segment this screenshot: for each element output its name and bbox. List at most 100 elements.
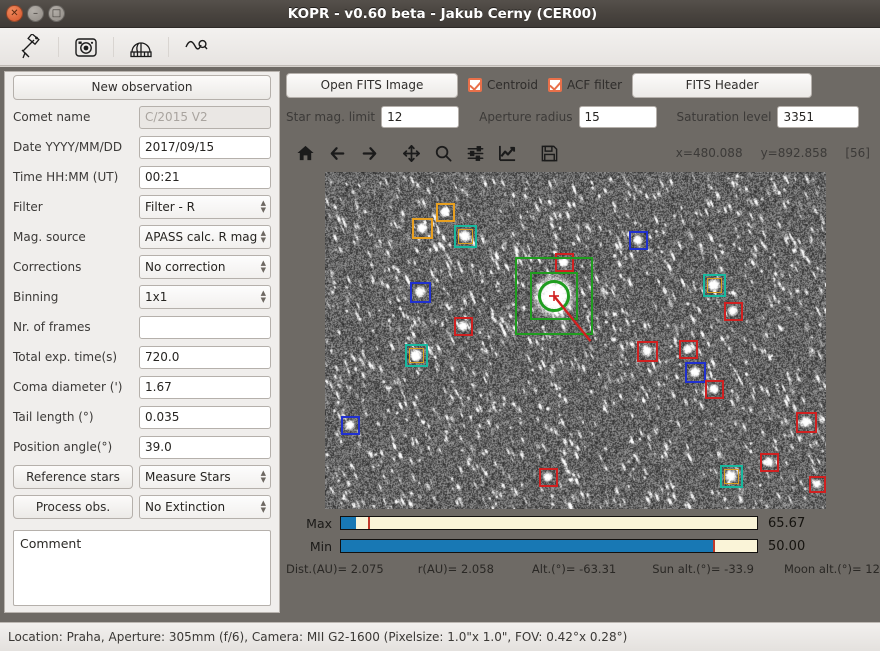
param-input[interactable]: 12	[381, 106, 460, 128]
slider-row: Max 65.67	[284, 513, 876, 533]
zoom-magnifier-icon[interactable]	[428, 139, 458, 167]
fits-image-canvas[interactable]	[284, 172, 880, 510]
acf-filter-label: ACF filter	[567, 78, 623, 92]
process-obs-button[interactable]: Process obs.	[13, 495, 133, 519]
new-observation-button[interactable]: New observation	[13, 74, 271, 100]
param-label: Aperture radius	[479, 110, 573, 124]
param-input[interactable]: 3351	[777, 106, 860, 128]
form-row: Mag. source APASS calc. R mag ▲ ▼	[5, 222, 279, 252]
lightcurve-icon[interactable]	[175, 31, 217, 63]
forward-arrow-icon[interactable]	[354, 139, 384, 167]
field-input[interactable]: 1.67	[139, 375, 271, 399]
field-select[interactable]: No correction ▲ ▼	[139, 255, 271, 279]
reference-stars-button[interactable]: Reference stars	[13, 465, 133, 489]
telescope-icon[interactable]	[10, 31, 52, 63]
field-select[interactable]: Filter - R ▲ ▼	[139, 195, 271, 219]
minimize-window-button[interactable]: –	[27, 5, 44, 22]
centroid-checkbox[interactable]: Centroid	[468, 78, 538, 92]
analysis-parameters-row: Star mag. limit 12 Aperture radius 15 Satura…	[284, 104, 876, 130]
slider-track[interactable]	[340, 516, 758, 530]
field-value: APASS calc. R mag	[145, 230, 258, 244]
form-row: Coma diameter (') 1.67	[5, 372, 279, 402]
extinction-value: No Extinction	[145, 500, 226, 514]
form-row: Binning 1x1 ▲ ▼	[5, 282, 279, 312]
slider-handle[interactable]	[713, 540, 716, 552]
display-range-sliders: Max 65.67 Min 50.00	[284, 513, 876, 556]
toolbar-separator	[113, 36, 114, 57]
checkmark-icon	[468, 78, 482, 92]
pan-move-icon[interactable]	[396, 139, 426, 167]
plot-navigation-toolbar: x=480.088 y=892.858 [56]	[284, 136, 876, 170]
fits-header-button[interactable]: FITS Header	[632, 72, 813, 98]
field-label: Corrections	[13, 260, 82, 274]
field-select[interactable]: 1x1 ▲ ▼	[139, 285, 271, 309]
chevron-updown-icon: ▲ ▼	[260, 289, 266, 304]
form-fields: Comet name C/2015 V2 Date YYYY/MM/DD 2017/0…	[5, 102, 279, 462]
field-label: Coma diameter (')	[13, 380, 123, 394]
coord-y: y=892.858	[760, 146, 828, 160]
chevron-updown-icon: ▲ ▼	[260, 259, 266, 274]
window-title: KOPR - v0.60 beta - Jakub Cerny (CER00)	[287, 5, 598, 22]
toolbar-separator	[58, 36, 59, 57]
comment-textarea[interactable]: Comment	[13, 530, 271, 606]
slider-value: 65.67	[768, 515, 806, 531]
ephemeris-item: Alt.(°)= -63.31	[531, 562, 617, 576]
observation-form-panel: New observation Comet name C/2015 V2 Date …	[4, 71, 280, 613]
slider-value: 50.00	[768, 538, 806, 554]
chevron-updown-icon: ▲ ▼	[260, 229, 266, 244]
close-window-button[interactable]: ✕	[6, 5, 23, 22]
field-input[interactable]: 2017/09/15	[139, 135, 271, 159]
form-row: Tail length (°) 0.035	[5, 402, 279, 432]
window-controls: ✕ – □	[0, 5, 65, 22]
star-field-image[interactable]	[325, 172, 826, 509]
field-label: Filter	[13, 200, 43, 214]
field-value: No correction	[145, 260, 226, 274]
back-arrow-icon[interactable]	[322, 139, 352, 167]
edit-axis-curve-icon[interactable]	[492, 139, 522, 167]
field-input[interactable]	[139, 315, 271, 339]
observatory-dome-icon[interactable]	[120, 31, 162, 63]
field-input: C/2015 V2	[139, 105, 271, 129]
field-label: Nr. of frames	[13, 320, 91, 334]
slider-handle[interactable]	[368, 517, 371, 529]
open-fits-image-button[interactable]: Open FITS Image	[286, 72, 458, 98]
image-analysis-panel: Open FITS Image Centroid ACF filter FITS…	[284, 71, 880, 618]
form-row: Nr. of frames	[5, 312, 279, 342]
main-body: New observation Comet name C/2015 V2 Date …	[0, 67, 880, 622]
form-row: Time HH:MM (UT) 00:21	[5, 162, 279, 192]
field-input[interactable]: 0.035	[139, 405, 271, 429]
reference-stars-row: Reference stars Measure Stars ▲ ▼	[5, 462, 279, 492]
extinction-select[interactable]: No Extinction ▲ ▼	[139, 495, 271, 519]
camera-icon[interactable]	[65, 31, 107, 63]
measure-stars-value: Measure Stars	[145, 470, 231, 484]
status-bar: Location: Praha, Aperture: 305mm (f/6), …	[0, 622, 880, 651]
param-input[interactable]: 15	[578, 106, 657, 128]
ephemeris-item: Dist.(AU)= 2.075	[286, 562, 384, 576]
maximize-window-button[interactable]: □	[48, 5, 65, 22]
home-icon[interactable]	[290, 139, 320, 167]
ephemeris-item: Moon alt.(°)= 12.6	[783, 562, 880, 576]
field-label: Time HH:MM (UT)	[13, 170, 119, 184]
form-row: Total exp. time(s) 720.0	[5, 342, 279, 372]
ephemeris-item: Sun alt.(°)= -33.9	[652, 562, 754, 576]
slider-track[interactable]	[340, 539, 758, 553]
field-label: Comet name	[13, 110, 91, 124]
field-input[interactable]: 00:21	[139, 165, 271, 189]
process-obs-row: Process obs. No Extinction ▲ ▼	[5, 492, 279, 522]
field-input[interactable]: 720.0	[139, 345, 271, 369]
field-label: Total exp. time(s)	[13, 350, 118, 364]
checkmark-icon	[548, 78, 563, 92]
status-text: Location: Praha, Aperture: 305mm (f/6), …	[8, 630, 628, 644]
save-floppy-icon[interactable]	[534, 139, 564, 167]
measure-stars-select[interactable]: Measure Stars ▲ ▼	[139, 465, 271, 489]
acf-filter-checkbox[interactable]: ACF filter	[548, 78, 622, 92]
field-input[interactable]: 39.0	[139, 435, 271, 459]
field-select[interactable]: APASS calc. R mag ▲ ▼	[139, 225, 271, 249]
form-row: Comet name C/2015 V2	[5, 102, 279, 132]
chevron-updown-icon: ▲ ▼	[260, 199, 266, 214]
field-label: Binning	[13, 290, 59, 304]
configure-subplots-icon[interactable]	[460, 139, 490, 167]
ephemeris-item: r(AU)= 2.058	[417, 562, 494, 576]
form-row: Date YYYY/MM/DD 2017/09/15	[5, 132, 279, 162]
pixel-value: [56]	[845, 146, 870, 160]
